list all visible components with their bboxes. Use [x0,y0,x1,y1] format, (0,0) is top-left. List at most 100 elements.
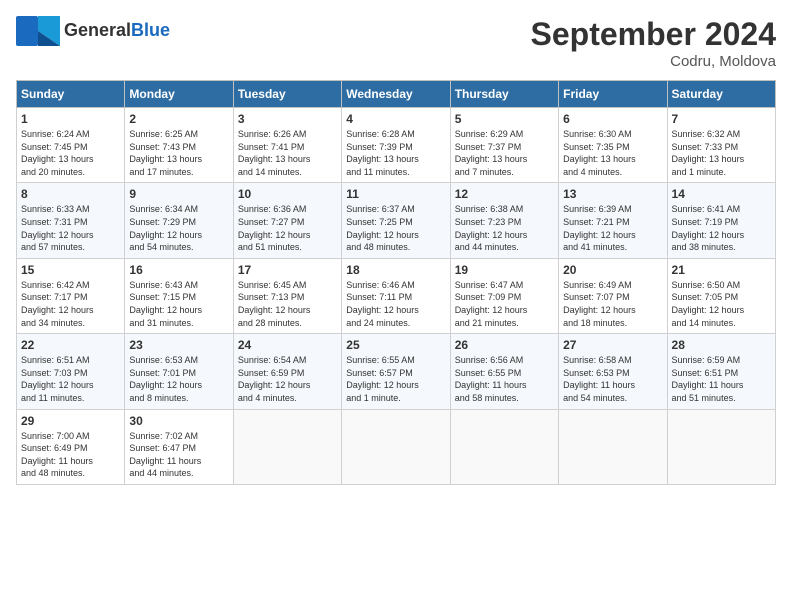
day-number: 19 [455,263,554,277]
calendar-cell: 17Sunrise: 6:45 AM Sunset: 7:13 PM Dayli… [233,258,341,333]
day-number: 9 [129,187,228,201]
day-info: Sunrise: 6:32 AM Sunset: 7:33 PM Dayligh… [672,128,771,178]
day-number: 11 [346,187,445,201]
day-number: 22 [21,338,120,352]
day-number: 26 [455,338,554,352]
logo-text: GeneralBlue [64,20,170,40]
calendar-cell: 30 Sunrise: 7:02 AM Sunset: 6:47 PM Dayli… [125,409,233,484]
day-number: 25 [346,338,445,352]
calendar-cell: 8 Sunrise: 6:33 AM Sunset: 7:31 PM Daylig… [17,183,125,258]
calendar-cell: 27 Sunrise: 6:58 AM Sunset: 6:53 PM Dayli… [559,334,667,409]
day-info: Sunrise: 6:41 AM Sunset: 7:19 PM Dayligh… [672,203,771,253]
day-number: 21 [672,263,771,277]
calendar-cell: 21 Sunrise: 6:50 AM Sunset: 7:05 PM Dayli… [667,258,775,333]
day-number: 15 [21,263,120,277]
day-info: Sunrise: 6:33 AM Sunset: 7:31 PM Dayligh… [21,203,120,253]
calendar-cell: 14Sunrise: 6:41 AM Sunset: 7:19 PM Dayli… [667,183,775,258]
calendar-cell: 4Sunrise: 6:28 AM Sunset: 7:39 PM Daylig… [342,108,450,183]
calendar-cell: 15 Sunrise: 6:42 AM Sunset: 7:17 PM Dayli… [17,258,125,333]
calendar-cell: 20 Sunrise: 6:49 AM Sunset: 7:07 PM Dayli… [559,258,667,333]
calendar-cell: 5 Sunrise: 6:29 AM Sunset: 7:37 PM Daylig… [450,108,558,183]
day-number: 5 [455,112,554,126]
header: GeneralBlue September 2024 Codru, Moldov… [16,16,776,70]
day-number: 24 [238,338,337,352]
calendar-cell: 18 Sunrise: 6:46 AM Sunset: 7:11 PM Dayli… [342,258,450,333]
day-info: Sunrise: 7:02 AM Sunset: 6:47 PM Dayligh… [129,430,228,480]
calendar-cell: 11 Sunrise: 6:37 AM Sunset: 7:25 PM Dayli… [342,183,450,258]
calendar-cell [233,409,341,484]
day-number: 28 [672,338,771,352]
calendar-cell: 25 Sunrise: 6:55 AM Sunset: 6:57 PM Dayli… [342,334,450,409]
day-number: 20 [563,263,662,277]
calendar-cell [450,409,558,484]
day-number: 12 [455,187,554,201]
day-info: Sunrise: 6:54 AM Sunset: 6:59 PM Dayligh… [238,354,337,404]
title-block: September 2024 Codru, Moldova [531,16,776,70]
day-of-week-header: Wednesday [342,81,450,108]
day-info: Sunrise: 6:26 AM Sunset: 7:41 PM Dayligh… [238,128,337,178]
calendar-cell: 19 Sunrise: 6:47 AM Sunset: 7:09 PM Dayli… [450,258,558,333]
day-info: Sunrise: 6:37 AM Sunset: 7:25 PM Dayligh… [346,203,445,253]
calendar-cell: 12 Sunrise: 6:38 AM Sunset: 7:23 PM Dayli… [450,183,558,258]
day-info: Sunrise: 6:46 AM Sunset: 7:11 PM Dayligh… [346,279,445,329]
calendar-cell: 22 Sunrise: 6:51 AM Sunset: 7:03 PM Dayli… [17,334,125,409]
day-number: 2 [129,112,228,126]
day-number: 18 [346,263,445,277]
day-of-week-header: Friday [559,81,667,108]
day-number: 3 [238,112,337,126]
day-info: Sunrise: 6:49 AM Sunset: 7:07 PM Dayligh… [563,279,662,329]
day-number: 30 [129,414,228,428]
day-number: 4 [346,112,445,126]
day-info: Sunrise: 6:25 AM Sunset: 7:43 PM Dayligh… [129,128,228,178]
calendar-cell: 7 Sunrise: 6:32 AM Sunset: 7:33 PM Daylig… [667,108,775,183]
calendar-cell: 28 Sunrise: 6:59 AM Sunset: 6:51 PM Dayli… [667,334,775,409]
day-number: 16 [129,263,228,277]
day-of-week-header: Saturday [667,81,775,108]
calendar-cell: 6 Sunrise: 6:30 AM Sunset: 7:35 PM Daylig… [559,108,667,183]
day-info: Sunrise: 7:00 AM Sunset: 6:49 PM Dayligh… [21,430,120,480]
day-number: 23 [129,338,228,352]
day-number: 29 [21,414,120,428]
logo-icon [16,16,60,46]
calendar-cell [559,409,667,484]
day-number: 8 [21,187,120,201]
day-number: 7 [672,112,771,126]
day-info: Sunrise: 6:34 AM Sunset: 7:29 PM Dayligh… [129,203,228,253]
day-of-week-header: Thursday [450,81,558,108]
day-info: Sunrise: 6:30 AM Sunset: 7:35 PM Dayligh… [563,128,662,178]
calendar-cell: 10Sunrise: 6:36 AM Sunset: 7:27 PM Dayli… [233,183,341,258]
day-number: 1 [21,112,120,126]
day-number: 27 [563,338,662,352]
calendar-cell: 3 Sunrise: 6:26 AM Sunset: 7:41 PM Daylig… [233,108,341,183]
logo: GeneralBlue [16,16,170,46]
day-number: 6 [563,112,662,126]
calendar-cell: 26 Sunrise: 6:56 AM Sunset: 6:55 PM Dayli… [450,334,558,409]
day-info: Sunrise: 6:56 AM Sunset: 6:55 PM Dayligh… [455,354,554,404]
day-info: Sunrise: 6:42 AM Sunset: 7:17 PM Dayligh… [21,279,120,329]
day-info: Sunrise: 6:50 AM Sunset: 7:05 PM Dayligh… [672,279,771,329]
day-number: 10 [238,187,337,201]
day-info: Sunrise: 6:51 AM Sunset: 7:03 PM Dayligh… [21,354,120,404]
location: Codru, Moldova [531,53,776,70]
calendar-cell: 16 Sunrise: 6:43 AM Sunset: 7:15 PM Dayli… [125,258,233,333]
day-info: Sunrise: 6:38 AM Sunset: 7:23 PM Dayligh… [455,203,554,253]
day-info: Sunrise: 6:43 AM Sunset: 7:15 PM Dayligh… [129,279,228,329]
calendar-cell: 23 Sunrise: 6:53 AM Sunset: 7:01 PM Dayli… [125,334,233,409]
day-info: Sunrise: 6:47 AM Sunset: 7:09 PM Dayligh… [455,279,554,329]
day-number: 17 [238,263,337,277]
day-info: Sunrise: 6:55 AM Sunset: 6:57 PM Dayligh… [346,354,445,404]
day-info: Sunrise: 6:58 AM Sunset: 6:53 PM Dayligh… [563,354,662,404]
day-of-week-header: Tuesday [233,81,341,108]
day-info: Sunrise: 6:29 AM Sunset: 7:37 PM Dayligh… [455,128,554,178]
calendar-cell [667,409,775,484]
calendar-cell: 2 Sunrise: 6:25 AM Sunset: 7:43 PM Daylig… [125,108,233,183]
calendar-cell: 24 Sunrise: 6:54 AM Sunset: 6:59 PM Dayli… [233,334,341,409]
calendar-table: SundayMondayTuesdayWednesdayThursdayFrid… [16,80,776,485]
day-number: 13 [563,187,662,201]
day-of-week-header: Monday [125,81,233,108]
day-info: Sunrise: 6:59 AM Sunset: 6:51 PM Dayligh… [672,354,771,404]
month-title: September 2024 [531,16,776,53]
day-info: Sunrise: 6:53 AM Sunset: 7:01 PM Dayligh… [129,354,228,404]
day-info: Sunrise: 6:39 AM Sunset: 7:21 PM Dayligh… [563,203,662,253]
day-info: Sunrise: 6:24 AM Sunset: 7:45 PM Dayligh… [21,128,120,178]
